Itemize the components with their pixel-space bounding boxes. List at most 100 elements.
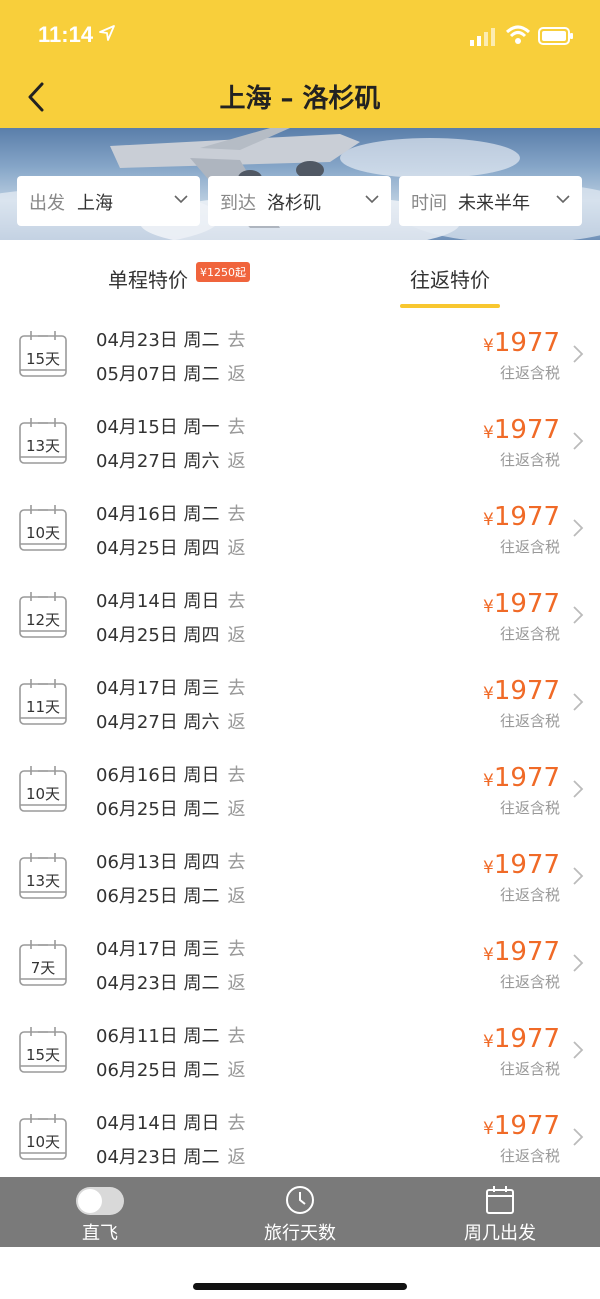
chevron-right-icon [573, 780, 584, 798]
trip-days-button[interactable]: 旅行天数 [200, 1177, 400, 1247]
weekday-label: 周几出发 [464, 1223, 536, 1244]
chevron-right-icon [573, 432, 584, 450]
trip-days: 10天 [25, 524, 61, 542]
return-date: 04月27日 周六返 [96, 451, 246, 472]
price-badge: ¥1250起 [196, 262, 250, 282]
depart-date: 04月15日 周一去 [96, 417, 246, 438]
filter-arrive-value: 洛杉矶 [267, 193, 321, 214]
chevron-down-icon [556, 195, 570, 204]
active-tab-indicator [400, 304, 500, 308]
price: ¥1977 [483, 502, 560, 532]
chevron-right-icon [573, 1128, 584, 1146]
price-note: 往返含税 [499, 538, 560, 556]
price-note: 往返含税 [499, 1147, 560, 1165]
depart-date: 04月16日 周二去 [96, 504, 246, 525]
tab-roundtrip[interactable]: 往返特价 [400, 240, 500, 310]
trip-days: 7天 [30, 959, 56, 977]
calendar-week-icon [486, 1186, 514, 1214]
return-date: 04月25日 周四返 [96, 625, 246, 646]
list-item[interactable]: 12天 04月14日 周日去 04月25日 周四返 ¥1977 往返含税 [0, 571, 600, 659]
filter-arrive[interactable]: 到达 洛杉矶 [208, 176, 391, 226]
toggle-switch[interactable] [76, 1187, 124, 1215]
depart-date: 04月17日 周三去 [96, 939, 246, 960]
list-item[interactable]: 11天 04月17日 周三去 04月27日 周六返 ¥1977 往返含税 [0, 658, 600, 746]
trip-days: 13天 [25, 872, 61, 890]
price: ¥1977 [483, 589, 560, 619]
direct-flight-toggle[interactable]: 直飞 [0, 1177, 200, 1247]
status-time: 11:14 [38, 22, 94, 47]
tab-bar: 单程特价 ¥1250起 往返特价 [0, 240, 600, 311]
direct-label: 直飞 [82, 1223, 118, 1244]
clock-icon [286, 1186, 314, 1214]
return-date: 06月25日 周二返 [96, 886, 246, 907]
depart-date: 06月16日 周日去 [96, 765, 246, 786]
list-item[interactable]: 13天 06月13日 周四去 06月25日 周二返 ¥1977 往返含税 [0, 832, 600, 920]
wifi-icon [505, 25, 531, 44]
price: ¥1977 [483, 850, 560, 880]
price: ¥1977 [483, 1024, 560, 1054]
filter-time-value: 未来半年 [458, 193, 530, 214]
list-item[interactable]: 10天 04月16日 周二去 04月25日 周四返 ¥1977 往返含税 [0, 484, 600, 572]
tab-oneway-label: 单程特价 [108, 268, 188, 292]
depart-date: 04月14日 周日去 [96, 1113, 246, 1134]
price: ¥1977 [483, 676, 560, 706]
chevron-right-icon [573, 954, 584, 972]
return-date: 04月27日 周六返 [96, 712, 246, 733]
list-item[interactable]: 10天 04月14日 周日去 04月23日 周二返 ¥1977 往返含税 [0, 1093, 600, 1181]
chevron-right-icon [573, 867, 584, 885]
bottom-filter-bar: 直飞 旅行天数 周几出发 [0, 1177, 600, 1247]
price: ¥1977 [483, 763, 560, 793]
chevron-right-icon [573, 1041, 584, 1059]
filter-depart[interactable]: 出发 上海 [17, 176, 200, 226]
price-note: 往返含税 [499, 1060, 560, 1078]
filter-depart-value: 上海 [77, 193, 113, 214]
filter-time-key: 时间 [411, 193, 447, 214]
price-note: 往返含税 [499, 973, 560, 991]
chevron-right-icon [573, 345, 584, 363]
price: ¥1977 [483, 937, 560, 967]
filter-depart-key: 出发 [29, 193, 65, 214]
price-note: 往返含税 [499, 364, 560, 382]
battery-icon [538, 27, 573, 45]
price: ¥1977 [483, 328, 560, 358]
price-note: 往返含税 [499, 886, 560, 904]
filter-row: 出发 上海 到达 洛杉矶 时间 未来半年 [0, 176, 600, 226]
price-note: 往返含税 [499, 712, 560, 730]
return-date: 04月25日 周四返 [96, 538, 246, 559]
filter-arrive-key: 到达 [220, 193, 256, 214]
trip-days: 13天 [25, 437, 61, 455]
filter-time[interactable]: 时间 未来半年 [399, 176, 582, 226]
signal-icon [470, 28, 495, 46]
chevron-down-icon [174, 195, 188, 204]
trip-days-label: 旅行天数 [264, 1223, 336, 1244]
list-item[interactable]: 10天 06月16日 周日去 06月25日 周二返 ¥1977 往返含税 [0, 745, 600, 833]
toggle-knob [78, 1189, 102, 1213]
return-date: 04月23日 周二返 [96, 973, 246, 994]
location-arrow-icon [99, 25, 115, 41]
trip-days: 15天 [25, 350, 61, 368]
home-indicator [193, 1283, 407, 1290]
depart-date: 06月11日 周二去 [96, 1026, 246, 1047]
trip-days: 10天 [25, 1133, 61, 1151]
chevron-right-icon [573, 606, 584, 624]
price-note: 往返含税 [499, 799, 560, 817]
trip-days: 12天 [25, 611, 61, 629]
trip-days: 11天 [25, 698, 61, 716]
return-date: 04月23日 周二返 [96, 1147, 246, 1168]
price: ¥1977 [483, 1111, 560, 1141]
price-note: 往返含税 [499, 625, 560, 643]
tab-roundtrip-label: 往返特价 [410, 268, 490, 292]
chevron-right-icon [573, 519, 584, 537]
return-date: 06月25日 周二返 [96, 1060, 246, 1081]
tab-oneway[interactable]: 单程特价 ¥1250起 [100, 240, 300, 310]
weekday-button[interactable]: 周几出发 [400, 1177, 600, 1247]
depart-date: 04月23日 周二去 [96, 330, 246, 351]
list-item[interactable]: 7天 04月17日 周三去 04月23日 周二返 ¥1977 往返含税 [0, 919, 600, 1007]
header-bar: 11:14 上海 – 洛杉矶 [0, 0, 600, 128]
return-date: 05月07日 周二返 [96, 364, 246, 385]
home-area [0, 1247, 600, 1299]
list-item[interactable]: 13天 04月15日 周一去 04月27日 周六返 ¥1977 往返含税 [0, 397, 600, 485]
depart-date: 04月17日 周三去 [96, 678, 246, 699]
list-item[interactable]: 15天 06月11日 周二去 06月25日 周二返 ¥1977 往返含税 [0, 1006, 600, 1094]
list-item[interactable]: 15天 04月23日 周二去 05月07日 周二返 ¥1977 往返含税 [0, 310, 600, 398]
